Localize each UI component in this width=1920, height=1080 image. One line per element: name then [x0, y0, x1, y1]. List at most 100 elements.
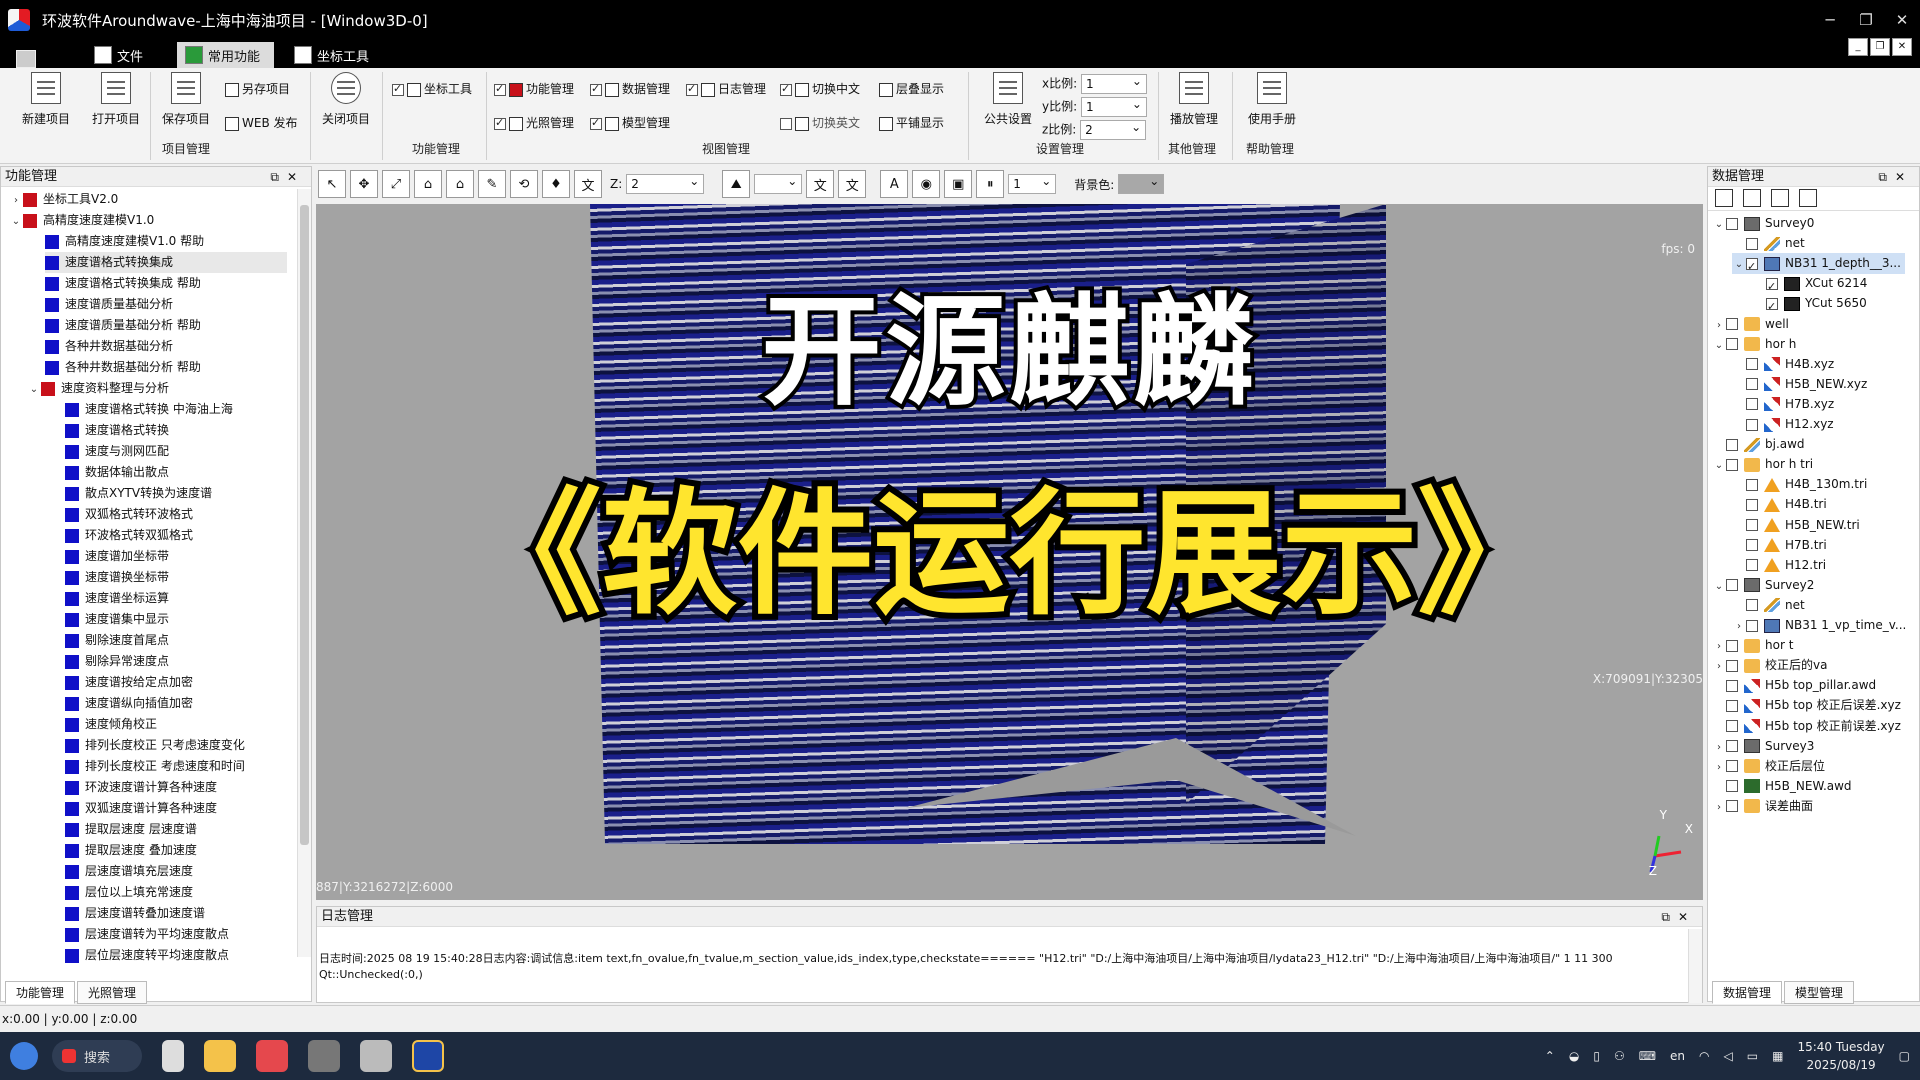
visibility-checkbox[interactable] — [1746, 398, 1758, 411]
tray-clipboard-icon[interactable]: ▯ — [1593, 1049, 1600, 1063]
chevron-down-icon[interactable]: ⌄ — [1732, 254, 1746, 275]
log-mgmt-checkbox[interactable] — [686, 82, 698, 96]
function-panel-controls[interactable]: ⧉✕ — [270, 167, 305, 187]
data-mgmt-toggle[interactable]: 数据管理 — [590, 80, 670, 97]
data-mgmt-checkbox[interactable] — [590, 82, 602, 96]
tray-wifi-icon[interactable]: ◠ — [1699, 1049, 1709, 1063]
data-tree-item[interactable]: › 校正后层位 — [1712, 756, 1825, 777]
aroundwave-app-icon[interactable] — [412, 1040, 444, 1072]
3d-viewport[interactable]: fps: 0 开源麒麟 《软件运行展示》 X:709091|Y:32305 88… — [316, 204, 1703, 900]
tray-battery-icon[interactable]: ▭ — [1747, 1049, 1758, 1063]
data-tree-item[interactable]: › NB31 1_vp_time_v... — [1732, 615, 1906, 636]
task-view-icon[interactable] — [162, 1040, 184, 1072]
coord-tool-toggle[interactable]: 坐标工具 — [392, 80, 472, 97]
mdi-close-button[interactable]: ✕ — [1892, 38, 1912, 56]
text-edit-icon[interactable]: 文 — [838, 170, 867, 198]
visibility-checkbox[interactable] — [1726, 740, 1738, 753]
func-mgmt-toggle[interactable]: 功能管理 — [494, 80, 574, 97]
visibility-checkbox[interactable] — [1746, 599, 1758, 612]
mdi-minimize-button[interactable]: _ — [1848, 38, 1868, 56]
tray-calendar-icon[interactable]: ▦ — [1772, 1049, 1783, 1063]
data-tree-item[interactable]: › 校正后的va — [1712, 655, 1827, 676]
save-project-button[interactable]: 保存项目 — [158, 72, 214, 127]
terrain-icon[interactable]: ⛰ — [722, 170, 751, 198]
visibility-checkbox[interactable] — [1726, 438, 1738, 451]
function-tree-item[interactable]: › 坐标工具V2.0 — [9, 189, 118, 210]
tab-file[interactable]: 文件 — [86, 42, 157, 68]
function-tree-item[interactable]: 速度谱质量基础分析 — [45, 294, 173, 315]
chevron-right-icon[interactable]: › — [1712, 757, 1726, 778]
close-window-button[interactable]: ✕ — [1884, 0, 1920, 40]
open-project-button[interactable]: 打开项目 — [88, 72, 144, 127]
function-tree-item[interactable]: 双狐速度谱计算各种速度 — [65, 798, 217, 819]
tab-function-management[interactable]: 功能管理 — [5, 981, 76, 1004]
data-tree-item[interactable]: H5B_NEW.xyz — [1732, 374, 1867, 395]
text-add-icon[interactable]: 文 — [806, 170, 835, 198]
function-tree-item[interactable]: 双狐格式转环波格式 — [65, 504, 193, 525]
chevron-down-icon[interactable]: ⌄ — [1712, 335, 1726, 356]
function-tree-item[interactable]: 环波格式转双狐格式 — [65, 525, 193, 546]
visibility-checkbox[interactable] — [1726, 217, 1738, 230]
visibility-checkbox[interactable] — [1726, 318, 1738, 330]
data-tree-item[interactable]: H5B_NEW.awd — [1712, 776, 1852, 797]
function-tree-item[interactable]: 层位层速度转平均速度散点 — [65, 945, 229, 966]
data-tree-item[interactable]: ⌄ hor h tri — [1712, 454, 1813, 475]
function-tree-item[interactable]: 散点XYTV转换为速度谱 — [65, 483, 212, 504]
pen-icon[interactable]: ✎ — [478, 170, 506, 198]
data-tree-item[interactable]: › Survey3 — [1712, 736, 1814, 757]
chevron-right-icon[interactable]: › — [1712, 797, 1726, 818]
terrain-select[interactable] — [754, 172, 803, 194]
function-tree-item[interactable]: 速度谱格式转换集成 帮助 — [45, 273, 201, 294]
function-tree-item[interactable]: 数据体输出散点 — [65, 462, 169, 483]
data-tree-item[interactable]: H4B_130m.tri — [1732, 474, 1867, 495]
data-tree-item[interactable]: H7B.tri — [1732, 535, 1827, 556]
chevron-down-icon[interactable]: ⌄ — [1712, 576, 1726, 597]
data-tree-item[interactable]: XCut 6214 — [1752, 273, 1867, 297]
x-scale-select[interactable]: 1 — [1080, 72, 1147, 94]
data-tree-item[interactable]: › well — [1712, 314, 1789, 335]
collapse-all-icon[interactable] — [1743, 189, 1761, 207]
visibility-checkbox[interactable] — [1766, 276, 1778, 297]
data-tree-item[interactable]: ⌄ Survey0 — [1712, 213, 1814, 234]
stack-display-button[interactable]: 层叠显示 — [876, 80, 944, 97]
visibility-checkbox[interactable] — [1746, 378, 1758, 391]
web-publish-button[interactable]: WEB 发布 — [222, 114, 298, 131]
chevron-down-icon[interactable]: ⌄ — [27, 379, 41, 400]
switch-chinese-toggle[interactable]: 切换中文 — [780, 80, 860, 97]
notification-icon[interactable]: ▢ — [1899, 1049, 1910, 1063]
chevron-right-icon[interactable]: › — [1712, 656, 1726, 677]
annotate-icon[interactable]: A — [880, 170, 909, 198]
pause-icon[interactable]: ⏸ — [976, 170, 1005, 198]
mail-app-icon[interactable] — [256, 1040, 288, 1072]
play-management-button[interactable]: 播放管理 — [1164, 72, 1224, 127]
z-select[interactable]: 2 — [626, 172, 705, 194]
visibility-checkbox[interactable] — [1726, 720, 1738, 732]
background-color-select[interactable] — [1118, 172, 1165, 194]
tab-coordinate-tools[interactable]: 坐标工具 — [286, 42, 383, 68]
visibility-checkbox[interactable] — [1746, 519, 1758, 531]
visibility-checkbox[interactable] — [1746, 559, 1758, 572]
chevron-down-icon[interactable]: ⌄ — [1712, 214, 1726, 235]
select-arrow-icon[interactable]: ↖ — [318, 170, 346, 198]
switch-english-checkbox[interactable] — [780, 117, 792, 130]
taskbar-clock[interactable]: 15:40 Tuesday 2025/08/19 — [1797, 1038, 1884, 1074]
tray-volume-icon[interactable]: ◁ — [1724, 1049, 1733, 1063]
data-tree-item[interactable]: H4B.tri — [1732, 494, 1827, 515]
chevron-down-icon[interactable]: ⌄ — [9, 211, 23, 232]
public-settings-button[interactable]: 公共设置 — [976, 72, 1040, 127]
function-tree-item[interactable]: 排列长度校正 只考虑速度变化 — [65, 735, 245, 756]
data-tree-item[interactable]: › 误差曲面 — [1712, 796, 1813, 817]
function-tree-item[interactable]: 环波速度谱计算各种速度 — [65, 777, 217, 798]
visibility-checkbox[interactable] — [1746, 418, 1758, 431]
visibility-checkbox[interactable] — [1746, 358, 1758, 371]
function-tree-item[interactable]: ⌄ 速度资料整理与分析 — [27, 378, 169, 399]
switch-chinese-checkbox[interactable] — [780, 82, 792, 96]
data-tree-item[interactable]: H5B_NEW.tri — [1732, 515, 1860, 536]
function-tree-item[interactable]: 高精度速度建模V1.0 帮助 — [45, 231, 204, 252]
function-tree-item[interactable]: 层速度谱转为平均速度散点 — [65, 924, 229, 945]
tab-model-management[interactable]: 模型管理 — [1784, 981, 1855, 1004]
data-tree-item[interactable]: net — [1732, 233, 1805, 254]
visibility-checkbox[interactable] — [1726, 458, 1738, 471]
text-icon[interactable]: 文 — [574, 170, 602, 198]
chevron-right-icon[interactable]: › — [1712, 737, 1726, 758]
